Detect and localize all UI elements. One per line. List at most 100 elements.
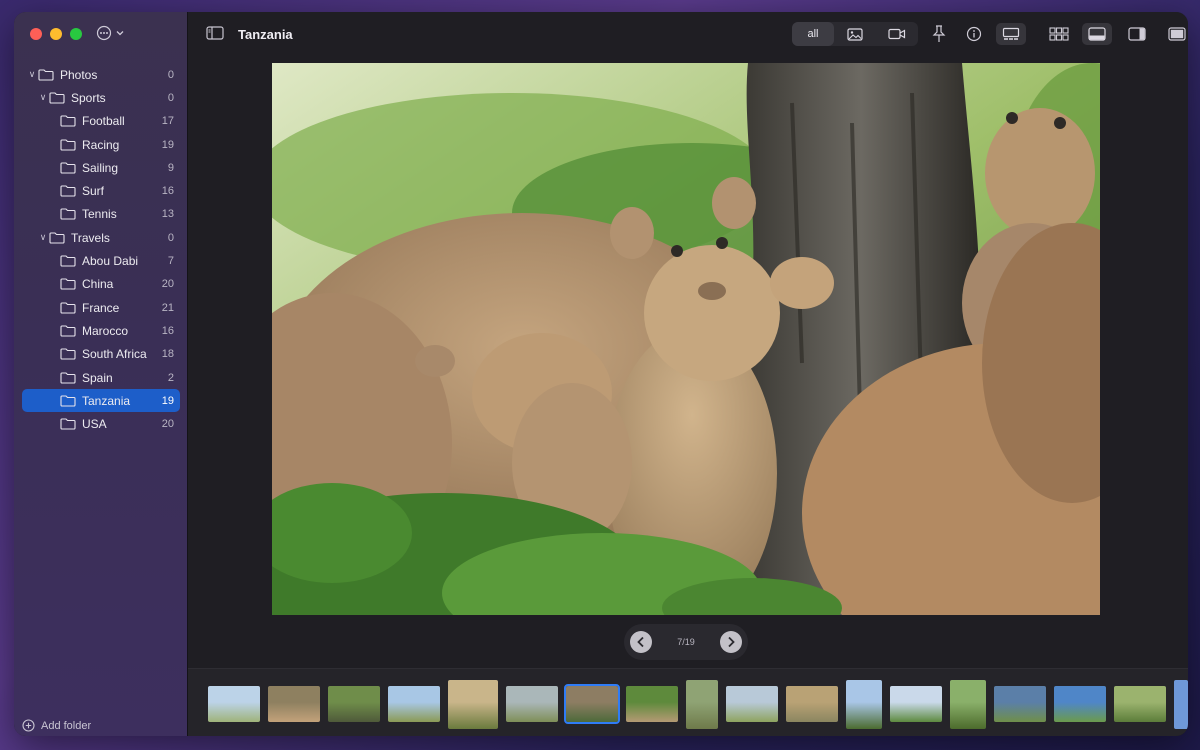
thumbnail[interactable] — [726, 686, 778, 722]
thumbnail[interactable] — [626, 686, 678, 722]
thumbnail-current[interactable] — [564, 684, 620, 724]
sidebar-item-sailing[interactable]: Sailing 9 — [14, 156, 188, 179]
sidebar-item-surf[interactable]: Surf 16 — [14, 179, 188, 202]
folder-icon — [60, 208, 76, 220]
sidebar-item-france[interactable]: France 21 — [14, 296, 188, 319]
ellipsis-circle-icon — [96, 25, 112, 41]
folder-icon — [60, 325, 76, 337]
item-count: 13 — [161, 208, 174, 221]
chevron-right-icon — [728, 636, 735, 648]
main-photo[interactable] — [272, 63, 1100, 615]
sidebar-item-south-africa[interactable]: South Africa 18 — [14, 343, 188, 366]
thumbnail[interactable] — [1114, 686, 1166, 722]
sidebar-toggle-button[interactable] — [206, 26, 224, 45]
thumbnail[interactable] — [1054, 686, 1106, 722]
sidebar-item-tennis[interactable]: Tennis 13 — [14, 203, 188, 226]
item-count: 19 — [161, 138, 174, 151]
sidebar-item-tanzania[interactable]: Tanzania 19 — [22, 389, 180, 413]
add-folder-button[interactable]: Add folder — [22, 719, 91, 732]
previous-photo-button[interactable] — [630, 631, 652, 653]
right-panel-toggle-button[interactable] — [1126, 24, 1148, 44]
sidebar-item-photos[interactable]: ∨ Photos 0 — [14, 63, 188, 86]
thumbnail[interactable] — [1174, 680, 1188, 729]
item-count: 0 — [167, 68, 174, 81]
sidebar-item-label: Surf — [82, 184, 105, 199]
sidebar-item-racing[interactable]: Racing 19 — [14, 133, 188, 156]
item-count: 16 — [161, 185, 174, 198]
sidebar-item-football[interactable]: Football 17 — [14, 110, 188, 133]
item-count: 20 — [161, 418, 174, 431]
folder-icon — [49, 232, 65, 244]
sidebar-item-label: South Africa — [82, 347, 147, 362]
info-button[interactable] — [963, 24, 985, 44]
grid-view-button[interactable] — [1048, 24, 1070, 44]
grid-view-icon — [1049, 27, 1069, 41]
item-count: 16 — [161, 324, 174, 337]
item-count: 19 — [161, 394, 174, 407]
item-count: 18 — [161, 348, 174, 361]
sidebar-item-usa[interactable]: USA 20 — [14, 412, 188, 435]
disclosure-chevron-icon[interactable]: ∨ — [26, 69, 38, 80]
sidebar-item-label: Football — [82, 114, 125, 129]
thumbnail[interactable] — [208, 686, 260, 722]
zoom-window-button[interactable] — [70, 28, 82, 40]
next-photo-button[interactable] — [720, 631, 742, 653]
chevron-down-icon — [116, 31, 124, 36]
folder-icon — [60, 138, 76, 151]
media-filter-segment: all — [792, 22, 918, 46]
item-count: 2 — [167, 371, 174, 384]
pin-button[interactable] — [928, 24, 950, 44]
minimize-window-button[interactable] — [50, 28, 62, 40]
sidebar-item-sports[interactable]: ∨ Sports 0 — [14, 86, 188, 109]
sidebar-item-label: Photos — [60, 67, 98, 82]
folder-icon — [60, 302, 76, 314]
folder-icon — [60, 348, 76, 360]
right-panel-icon — [1128, 27, 1146, 41]
sidebar-item-spain[interactable]: Spain 2 — [14, 366, 188, 389]
thumbnail[interactable] — [328, 686, 380, 722]
close-window-button[interactable] — [30, 28, 42, 40]
filter-photos-button[interactable] — [834, 22, 876, 46]
sidebar-item-label: Abou Dabi — [82, 254, 139, 269]
thumbnail[interactable] — [846, 680, 882, 729]
video-filter-icon — [888, 28, 906, 40]
folder-icon — [60, 418, 76, 430]
photo-image — [272, 63, 1100, 615]
thumbnail[interactable] — [448, 680, 498, 729]
sidebar-item-abou-dabi[interactable]: Abou Dabi 7 — [14, 249, 188, 272]
thumbnail[interactable] — [506, 686, 558, 722]
photo-navigator: 7/19 — [624, 624, 748, 660]
sidebar-icon — [206, 26, 224, 40]
thumbnail[interactable] — [994, 686, 1046, 722]
filmstrip-view-icon — [1002, 27, 1020, 40]
item-count: 20 — [161, 278, 174, 291]
sidebar-item-marocco[interactable]: Marocco 16 — [14, 319, 188, 342]
sidebar-item-label: USA — [82, 417, 107, 432]
thumbnail[interactable] — [890, 686, 942, 722]
disclosure-chevron-icon[interactable]: ∨ — [37, 232, 49, 243]
sidebar-item-label: Spain — [82, 370, 113, 385]
thumbnail[interactable] — [388, 686, 440, 722]
thumbnail[interactable] — [686, 680, 718, 729]
folder-icon — [49, 92, 65, 104]
more-menu-button[interactable] — [96, 25, 124, 41]
filter-videos-button[interactable] — [876, 22, 918, 46]
chevron-left-icon — [637, 636, 644, 648]
sidebar: ∨ Photos 0 ∨ Sports 0 Football 17 Racing 19 Sailin… — [14, 12, 188, 736]
thumbnail[interactable] — [950, 680, 986, 729]
bottom-panel-toggle-button[interactable] — [1082, 23, 1112, 45]
sidebar-item-label: China — [82, 277, 114, 292]
thumbnail[interactable] — [268, 686, 320, 722]
filter-all-button[interactable]: all — [792, 22, 834, 46]
thumbnail[interactable] — [786, 686, 838, 722]
app-window: ∨ Photos 0 ∨ Sports 0 Football 17 Racing 19 Sailin… — [14, 12, 1188, 736]
sidebar-item-label: Travels — [71, 230, 110, 245]
fullscreen-button[interactable] — [1166, 24, 1188, 44]
sidebar-item-china[interactable]: China 20 — [14, 273, 188, 296]
sidebar-item-travels[interactable]: ∨ Travels 0 — [14, 226, 188, 249]
fullscreen-icon — [1168, 27, 1186, 41]
folder-icon — [60, 162, 76, 174]
sidebar-item-label: Sailing — [82, 160, 119, 175]
disclosure-chevron-icon[interactable]: ∨ — [37, 92, 49, 103]
filmstrip-view-button[interactable] — [996, 23, 1026, 45]
